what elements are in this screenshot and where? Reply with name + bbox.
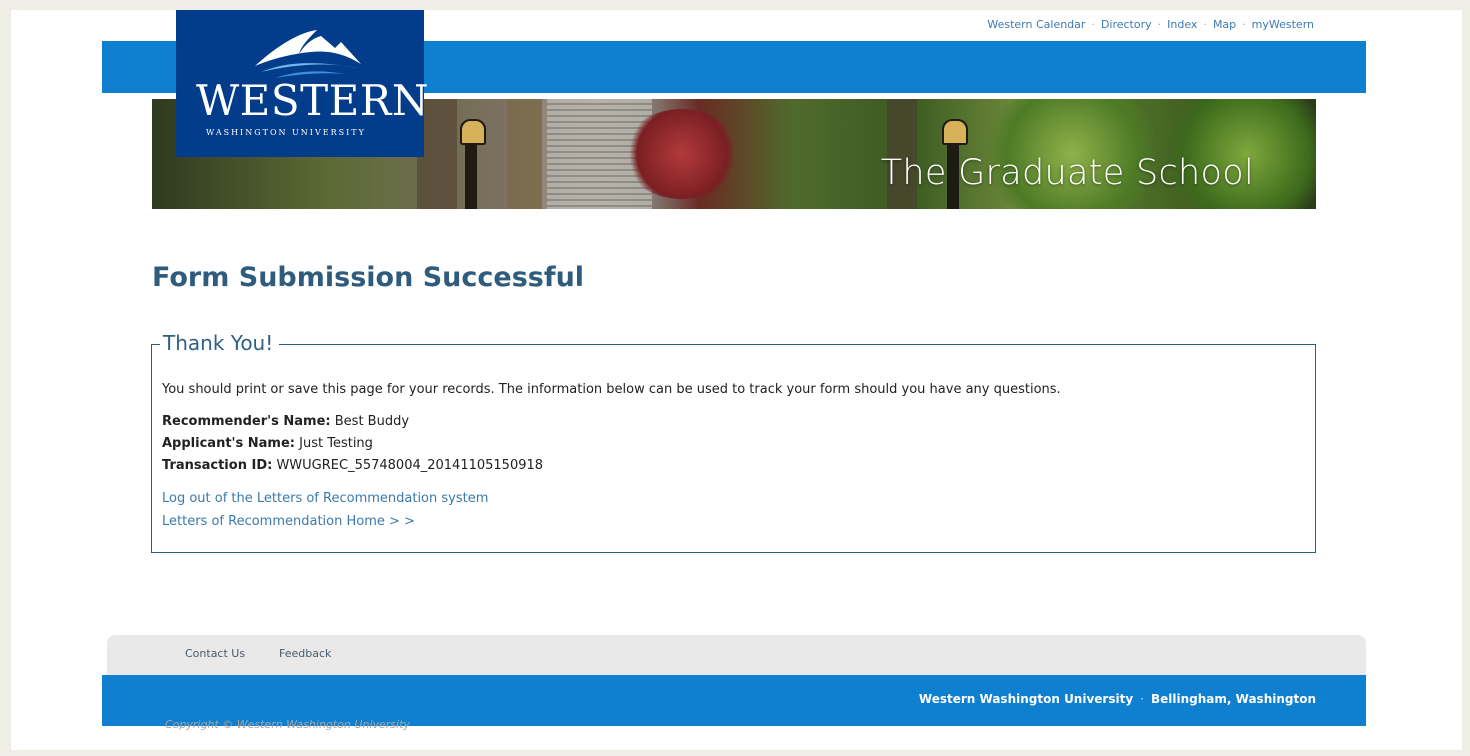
thank-you-panel: Thank You! You should print or save this… [151, 331, 1316, 553]
footer-separator: · [1140, 692, 1144, 706]
transaction-label: Transaction ID: [162, 458, 273, 473]
nav-separator: · [1157, 18, 1162, 31]
page-title: Form Submission Successful [152, 262, 585, 293]
nav-separator: · [1242, 18, 1246, 31]
wwu-logo[interactable]: WESTERN WASHINGTON UNIVERSITY [176, 10, 429, 157]
footer-location: Bellingham, Washington [1151, 692, 1316, 706]
logo-subtitle: WASHINGTON UNIVERSITY [206, 128, 366, 137]
nav-separator: · [1203, 18, 1207, 31]
copyright-text: Copyright © Western Washington Universit… [165, 718, 410, 731]
applicant-label: Applicant's Name: [162, 436, 295, 451]
nav-link-mywestern[interactable]: myWestern [1252, 18, 1314, 31]
footer-university: Western Washington University [918, 692, 1134, 706]
logout-link[interactable]: Log out of the Letters of Recommendation… [162, 487, 1061, 510]
panel-legend: Thank You! [160, 331, 280, 355]
panel-body: You should print or save this page for y… [162, 379, 1061, 533]
nav-link-western-calendar[interactable]: Western Calendar [987, 18, 1085, 31]
top-utility-nav: Western Calendar · Directory · Index · Map · myW… [987, 18, 1314, 31]
banner-title: The Graduate School [880, 153, 1254, 193]
transaction-value: WWUGREC_55748004_20141105150918 [276, 458, 544, 473]
applicant-row: Applicant's Name: Just Testing [162, 433, 1061, 455]
footer-link-feedback[interactable]: Feedback [279, 647, 331, 660]
footer-link-contact-us[interactable]: Contact Us [185, 647, 245, 660]
footer-links-bar: Contact Us Feedback [107, 635, 1366, 677]
recommender-label: Recommender's Name: [162, 414, 331, 429]
footer-address: Western Washington University · Bellingham… [919, 692, 1316, 706]
logo-wordmark: WESTERN [196, 76, 430, 125]
nav-separator: · [1091, 18, 1095, 31]
nav-link-map[interactable]: Map [1213, 18, 1236, 31]
applicant-value: Just Testing [299, 436, 373, 451]
mountain-logo-icon [255, 30, 361, 78]
nav-link-index[interactable]: Index [1167, 18, 1197, 31]
recommender-value: Best Buddy [334, 414, 410, 429]
intro-text: You should print or save this page for y… [162, 382, 1061, 397]
nav-link-directory[interactable]: Directory [1101, 18, 1152, 31]
page-container: Western Calendar · Directory · Index · Map · myW… [11, 10, 1462, 750]
panel-links: Log out of the Letters of Recommendation… [162, 487, 1061, 533]
recommender-row: Recommender's Name: Best Buddy [162, 411, 1061, 433]
lamp-post-left [460, 119, 486, 209]
transaction-row: Transaction ID: WWUGREC_55748004_2014110… [162, 455, 1061, 477]
recommendation-home-link[interactable]: Letters of Recommendation Home > > [162, 510, 1061, 533]
